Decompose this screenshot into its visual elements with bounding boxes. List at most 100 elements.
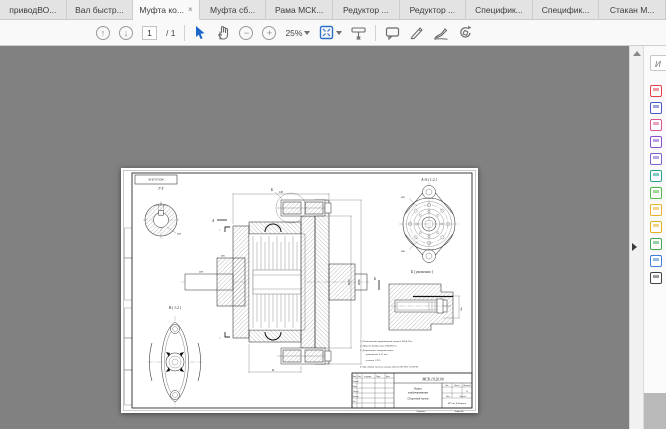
crop-pages-tool-icon[interactable]: [650, 170, 662, 182]
measure-tool-button[interactable]: [351, 24, 366, 42]
tab-reduktor-2[interactable]: Редуктор ...: [400, 0, 467, 19]
sign-tool-button[interactable]: [433, 24, 449, 42]
organize-pages-tool-icon[interactable]: [650, 204, 662, 216]
combine-files-tool-icon[interactable]: [650, 119, 662, 131]
chevron-down-icon: [304, 31, 310, 35]
tab-label: Муфта ко...: [139, 5, 184, 15]
tab-specifik-1[interactable]: Специфик...: [466, 0, 533, 19]
tb-row: Т.контр.: [353, 391, 360, 393]
tb-listov: Листов 1: [460, 396, 467, 398]
chevron-down-icon: [336, 31, 342, 35]
export-pdf-tool-icon[interactable]: [650, 85, 662, 97]
tab-reduktor-1[interactable]: Редуктор ...: [333, 0, 400, 19]
detail-b-arrow-label: Б: [373, 277, 377, 281]
view-detail-b: Б ( увеличено ) М8 Б: [373, 270, 463, 330]
tab-privodvo[interactable]: приводВО...: [0, 0, 67, 19]
fill-sign-tool-icon[interactable]: [650, 153, 662, 165]
detail-b-callout-label: Б: [270, 188, 274, 192]
comment-tool-icon[interactable]: [650, 221, 662, 233]
draw-tool-icon[interactable]: [650, 272, 662, 284]
tab-close-icon[interactable]: ×: [188, 6, 193, 14]
edit-pdf-tool-icon[interactable]: [650, 136, 662, 148]
tab-rama-msk[interactable]: Рама МСК...: [266, 0, 333, 19]
tab-mufta-ko-active[interactable]: Муфта ко... ×: [133, 0, 200, 20]
drawing-page[interactable]: .ln{stroke:#2b2b2b;fill:none;stroke-widt…: [121, 168, 478, 413]
dim-overall-length: 145: [279, 192, 284, 194]
tab-label: Редуктор ...: [343, 5, 389, 15]
zoom-in-button[interactable]: +: [262, 26, 276, 40]
tech-req-line: 1. Номинальный передаваемый момент 190,4…: [360, 340, 413, 343]
part-name-1: Муфта: [414, 388, 422, 391]
tab-label: Специфик...: [475, 5, 523, 15]
document-tabbar: приводВО... Вал быстр... Муфта ко... × М…: [0, 0, 666, 20]
kopiroval-label: Копировал: [417, 411, 425, 413]
tb-row: Пров.: [353, 386, 358, 388]
tb-row: Утв.: [353, 401, 357, 403]
hand-tool-button[interactable]: [216, 24, 230, 42]
comment-tool-button[interactable]: [385, 24, 400, 42]
tb-col: Изм.: [353, 376, 357, 378]
tab-label: Вал быстр...: [75, 5, 124, 15]
dim-pack-width: 24: [272, 370, 275, 372]
tb-col: Лист: [358, 376, 362, 378]
page-down-button[interactable]: ↓: [119, 26, 133, 40]
detail-b-label: Б ( увеличено ): [410, 270, 434, 274]
tab-specifik-2[interactable]: Специфик...: [533, 0, 600, 19]
section-g-mark-top: Г: [220, 230, 222, 232]
tb-scale: 1:1: [466, 391, 468, 393]
share-tool-icon[interactable]: [650, 238, 662, 250]
tab-label: приводВО...: [9, 5, 56, 15]
panel-expand-icon[interactable]: [632, 243, 637, 251]
tab-val-bystr[interactable]: Вал быстр...: [67, 0, 134, 19]
doc-number: МСК.19.20.00: [421, 378, 443, 382]
view-v: В ( 1:2 ): [148, 306, 202, 408]
tab-label: Стакан М...: [610, 5, 655, 15]
stamp-tool-button[interactable]: [458, 24, 473, 42]
tech-req-line: 4. При сборке нанести смазку Литол-24 ГО…: [360, 366, 419, 369]
tab-label: Муфта сб...: [210, 5, 255, 15]
scroll-up-icon[interactable]: [633, 51, 641, 56]
toolbar-divider: [184, 25, 185, 41]
tab-label: Специфик...: [542, 5, 590, 15]
org-name: МГТУ им. Н.Э.Баумана: [448, 403, 466, 405]
zoom-out-button[interactable]: −: [239, 26, 253, 40]
tech-req-line: 3. Допускаемое смещение валов:: [360, 349, 394, 352]
tool-search-input[interactable]: [650, 55, 666, 71]
acrobat-window: приводВО... Вал быстр... Муфта ко... × М…: [0, 0, 666, 429]
title-block: Изм. Лист № докум. Подп. Дата Разраб. Пр…: [352, 373, 472, 413]
tb-lit: Лит.: [445, 385, 449, 387]
pencil-icon: [409, 25, 424, 40]
document-canvas[interactable]: .ln{stroke:#2b2b2b;fill:none;stroke-widt…: [0, 46, 629, 429]
select-tool-button[interactable]: [194, 24, 207, 42]
zoom-level-dropdown[interactable]: 25%: [285, 24, 310, 42]
dim-shaft-dia: Ø28: [199, 272, 204, 274]
view-section-aa: А-А ( 1:2 ): [399, 178, 459, 265]
tab-label: Редуктор ...: [410, 5, 456, 15]
vertical-scrollbar[interactable]: [629, 46, 643, 429]
view-main-assembly: Б А Г Г: [181, 188, 369, 373]
fit-page-icon: [319, 25, 334, 40]
tab-label: Рама МСК...: [275, 5, 323, 15]
bottom-bolt-assembly: [277, 348, 331, 364]
export-snippet-tool-icon[interactable]: [650, 187, 662, 199]
page-up-button[interactable]: ↑: [96, 26, 110, 40]
pencil-tool-button[interactable]: [409, 24, 424, 42]
tb-col: № докум.: [364, 375, 372, 378]
section-a-mark: А: [211, 219, 215, 223]
doc-type: Сборочный чертеж: [407, 398, 429, 401]
fit-page-dropdown[interactable]: [319, 24, 342, 42]
viewer-workspace: .ln{stroke:#2b2b2b;fill:none;stroke-widt…: [0, 46, 666, 429]
section-aa-label: А-А ( 1:2 ): [420, 178, 437, 182]
dim-flange-dia: Ø180: [359, 278, 361, 284]
view-section-gg: Г-Г 8 Ø28: [143, 187, 182, 239]
tab-stakan-m[interactable]: Стакан М...: [599, 0, 666, 19]
tb-masshtab: Масштаб: [463, 385, 470, 387]
page-number-input[interactable]: [142, 26, 157, 40]
protect-tool-icon[interactable]: [650, 255, 662, 267]
section-gg-label: Г-Г: [157, 187, 164, 191]
view-v-label: В ( 1:2 ): [169, 306, 182, 310]
tab-mufta-sb[interactable]: Муфта сб...: [200, 0, 267, 19]
create-pdf-tool-icon[interactable]: [650, 102, 662, 114]
viewer-toolbar: ↑ ↓ / 1 − + 25%: [0, 20, 666, 46]
tb-row: Разраб.: [353, 381, 360, 383]
